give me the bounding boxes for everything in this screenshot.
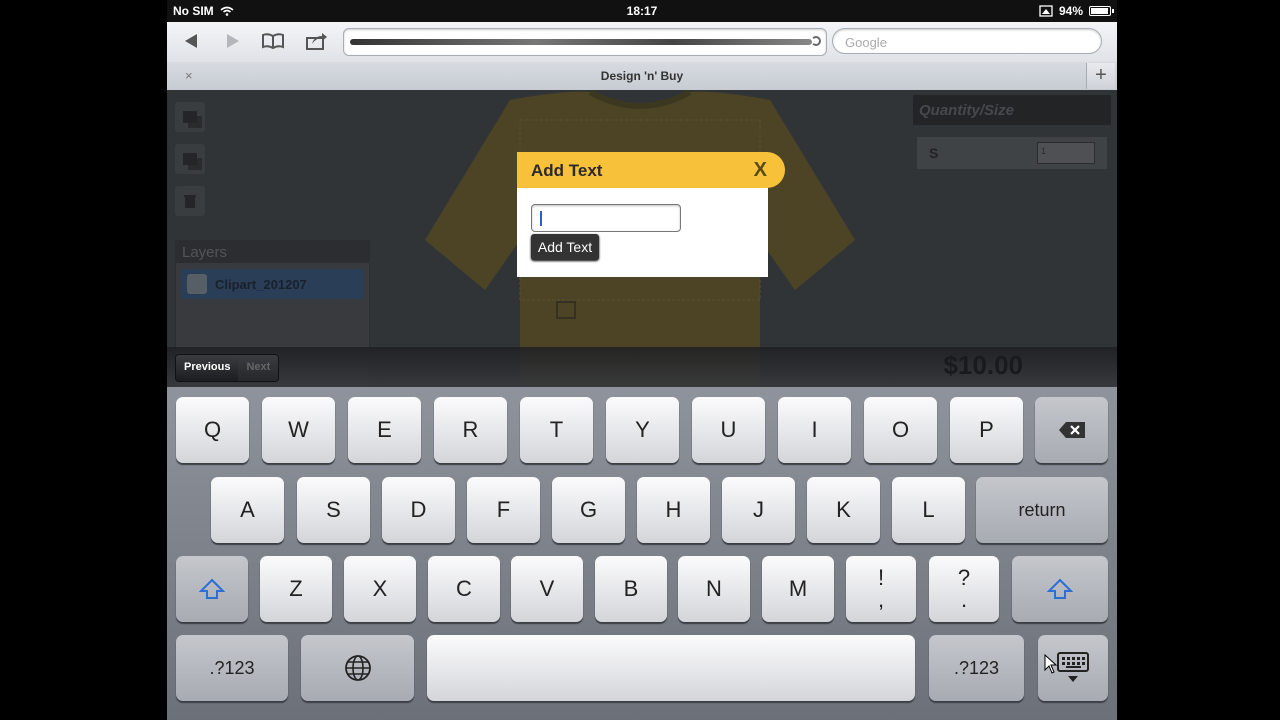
tab-bar: × Design 'n' Buy + (167, 62, 1117, 91)
key-r[interactable]: R (434, 397, 507, 463)
battery-icon (1089, 6, 1114, 16)
key-q[interactable]: Q (176, 397, 249, 463)
back-button[interactable] (177, 28, 205, 54)
numbers-key-right[interactable]: .?123 (929, 635, 1024, 701)
redacted-url (350, 39, 812, 45)
clock: 18:17 (626, 4, 658, 18)
key-v[interactable]: V (511, 556, 583, 622)
key-h[interactable]: H (637, 477, 710, 543)
text-input[interactable] (531, 204, 681, 232)
key-d[interactable]: D (382, 477, 455, 543)
close-icon[interactable]: X (754, 159, 767, 182)
bookmarks-icon (262, 33, 284, 49)
globe-key[interactable] (301, 635, 414, 701)
form-navigation-bar: Previous Next $10.00 (167, 347, 1117, 387)
lock-icon (1039, 5, 1053, 17)
key-question-period[interactable]: ? . (929, 556, 999, 622)
numbers-key-left[interactable]: .?123 (176, 635, 288, 701)
key-p[interactable]: P (950, 397, 1023, 463)
key-s[interactable]: S (297, 477, 370, 543)
dialog-title: Add Text (531, 161, 603, 180)
onscreen-keyboard: Q W E R T Y U I O P A S D F G H J K L re… (167, 387, 1117, 720)
key-f[interactable]: F (467, 477, 540, 543)
add-text-dialog: Add Text X Add Text (517, 152, 785, 277)
key-i[interactable]: I (778, 397, 851, 463)
key-b[interactable]: B (595, 556, 667, 622)
design-page: Layers Clipart_201207 Quantity/Size S 1 … (167, 90, 1117, 387)
key-n[interactable]: N (678, 556, 750, 622)
shift-key-right[interactable] (1012, 556, 1108, 622)
question-period-labels: ? . (958, 567, 970, 611)
key-exclaim-comma[interactable]: ! , (846, 556, 916, 622)
key-w[interactable]: W (262, 397, 335, 463)
period-label: . (960, 587, 968, 612)
key-g[interactable]: G (552, 477, 625, 543)
key-c[interactable]: C (428, 556, 500, 622)
key-j[interactable]: J (722, 477, 795, 543)
battery-percent: 94% (1058, 4, 1083, 18)
exclaim-label: ! (877, 565, 885, 590)
key-t[interactable]: T (520, 397, 593, 463)
key-l[interactable]: L (892, 477, 965, 543)
exclaim-comma-labels: ! , (878, 567, 884, 611)
forward-icon (227, 34, 239, 48)
shift-key-left[interactable] (176, 556, 248, 622)
question-label: ? (957, 565, 971, 590)
forward-button[interactable] (219, 28, 247, 54)
comma-label: , (877, 587, 885, 612)
globe-icon (344, 655, 371, 681)
tab-title[interactable]: Design 'n' Buy (167, 69, 1117, 83)
browser-toolbar: Google (167, 22, 1117, 63)
search-field[interactable]: Google (832, 28, 1102, 54)
key-k[interactable]: K (807, 477, 880, 543)
key-a[interactable]: A (211, 477, 284, 543)
key-m[interactable]: M (762, 556, 834, 622)
dialog-header: Add Text X (517, 152, 785, 188)
address-bar[interactable] (343, 28, 827, 56)
key-u[interactable]: U (692, 397, 765, 463)
next-button[interactable]: Next (238, 355, 279, 381)
backspace-key[interactable] (1035, 397, 1108, 463)
reload-icon[interactable] (811, 36, 821, 46)
shift-icon (1047, 578, 1073, 599)
space-bar[interactable] (427, 635, 915, 701)
key-o[interactable]: O (864, 397, 937, 463)
key-e[interactable]: E (348, 397, 421, 463)
new-tab-button[interactable]: + (1086, 63, 1115, 89)
back-icon (185, 34, 197, 48)
add-text-button[interactable]: Add Text (531, 234, 599, 260)
status-bar: No SIM 18:17 94% (167, 0, 1117, 22)
key-y[interactable]: Y (606, 397, 679, 463)
bookmarks-button[interactable] (259, 28, 287, 54)
return-key[interactable]: return (976, 477, 1108, 543)
price-label: $10.00 (943, 350, 1023, 380)
previous-button[interactable]: Previous (176, 355, 239, 381)
mouse-cursor-icon (1044, 654, 1058, 674)
share-button[interactable] (303, 28, 331, 54)
key-x[interactable]: X (344, 556, 416, 622)
shift-icon (199, 578, 225, 599)
share-icon (306, 33, 327, 50)
text-caret (540, 211, 542, 226)
prev-next-control: Previous Next (175, 354, 280, 382)
backspace-icon (1058, 422, 1085, 438)
ipad-screen: No SIM 18:17 94% Google × Design 'n' Buy… (167, 0, 1117, 720)
hide-keyboard-icon (1057, 652, 1089, 682)
key-z[interactable]: Z (260, 556, 332, 622)
